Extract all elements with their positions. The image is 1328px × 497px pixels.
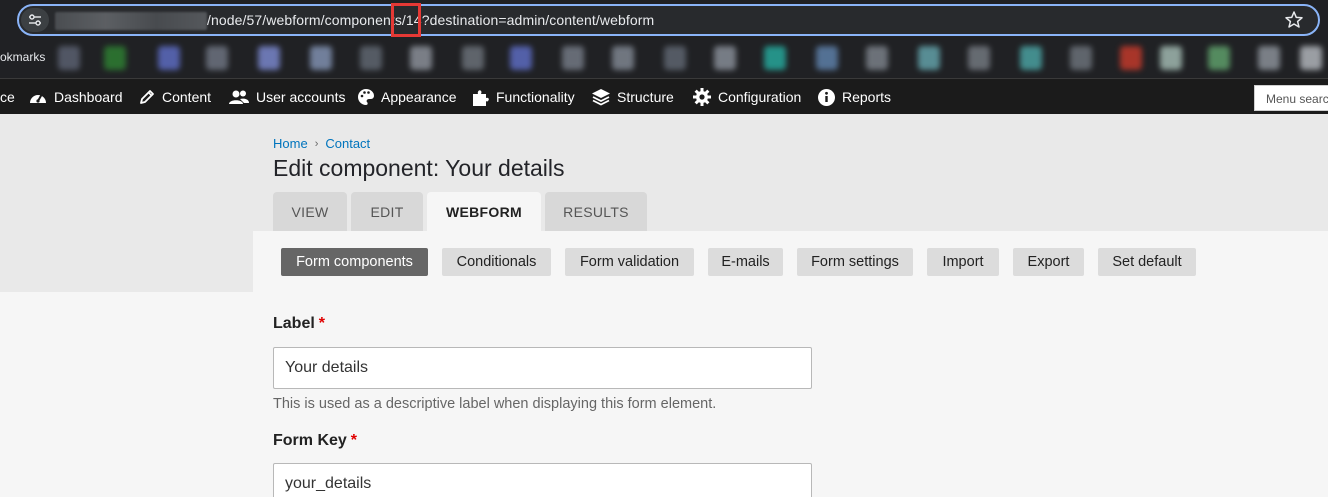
toolbar-item-label: ce (0, 89, 15, 105)
toolbar-item-label: Content (162, 89, 212, 105)
bookmarks-label: okmarks (0, 50, 46, 64)
menu-search-input[interactable]: Menu search (1254, 85, 1328, 111)
bookmark-item[interactable] (158, 46, 180, 70)
bookmark-item[interactable] (1208, 46, 1230, 70)
label-field-label-text: Label (273, 315, 315, 332)
breadcrumb: Home › Contact (273, 136, 370, 151)
bookmark-item[interactable] (664, 46, 686, 70)
toolbar-item-functionality[interactable]: Functionality (471, 79, 575, 115)
bookmark-item[interactable] (612, 46, 634, 70)
bookmark-item[interactable] (968, 46, 990, 70)
toolbar-item-label: Appearance (381, 89, 457, 105)
primary-tabs: VIEW EDIT WEBFORM RESULTS (273, 192, 651, 231)
layers-icon (592, 89, 610, 106)
bookmark-item[interactable] (816, 46, 838, 70)
toolbar-item-appearance[interactable]: Appearance (357, 79, 457, 115)
bookmark-item[interactable] (1120, 46, 1142, 70)
palette-icon (358, 89, 374, 105)
bookmark-item[interactable] (562, 46, 584, 70)
bookmark-item[interactable] (310, 46, 332, 70)
tab-edit[interactable]: EDIT (351, 192, 423, 231)
form-key-input[interactable] (273, 463, 812, 497)
subtab-conditionals[interactable]: Conditionals (442, 248, 551, 276)
subtab-set-default[interactable]: Set default (1098, 248, 1196, 276)
subtab-form-validation[interactable]: Form validation (565, 248, 694, 276)
subtab-import[interactable]: Import (927, 248, 999, 276)
url-domain-redacted (55, 12, 207, 30)
label-field-label: Label * (273, 315, 325, 333)
label-input[interactable] (273, 347, 812, 389)
toolbar-item-site[interactable]: ce (0, 79, 15, 115)
form-key-field-label: Form Key * (273, 432, 357, 450)
bookmark-item[interactable] (1070, 46, 1092, 70)
puzzle-icon (473, 89, 489, 106)
page-title: Edit component: Your details (273, 155, 565, 181)
breadcrumb-home-link[interactable]: Home (273, 136, 308, 151)
bookmark-item[interactable] (510, 46, 532, 70)
secondary-tabs: Form components Conditionals Form valida… (281, 248, 1210, 276)
form-key-field-label-text: Form Key (273, 432, 347, 449)
bookmark-item[interactable] (1258, 46, 1280, 70)
bookmark-item[interactable] (410, 46, 432, 70)
label-field-description: This is used as a descriptive label when… (273, 396, 717, 412)
bookmark-item[interactable] (104, 46, 126, 70)
bookmark-item[interactable] (360, 46, 382, 70)
bookmark-item[interactable] (258, 46, 280, 70)
dashboard-icon (30, 93, 46, 103)
address-bar[interactable]: /node/57/webform/components/14?destinati… (17, 3, 1320, 37)
browser-chrome: /node/57/webform/components/14?destinati… (0, 0, 1328, 78)
toolbar-item-content[interactable]: Content (138, 79, 211, 115)
admin-toolbar: ce Dashboard Content User accounts Appea… (0, 78, 1328, 114)
bookmark-item[interactable] (206, 46, 228, 70)
info-icon (818, 88, 835, 106)
subtab-form-settings[interactable]: Form settings (797, 248, 913, 276)
bookmark-item[interactable] (714, 46, 736, 70)
required-marker: * (350, 432, 358, 449)
bookmark-star-icon[interactable] (1284, 10, 1304, 30)
tab-view[interactable]: VIEW (273, 192, 347, 231)
tab-results[interactable]: RESULTS (545, 192, 647, 231)
toolbar-item-label: Reports (842, 89, 892, 105)
bookmark-item[interactable] (462, 46, 484, 70)
bookmark-item[interactable] (764, 46, 786, 70)
gear-icon (693, 88, 711, 106)
toolbar-item-label: Configuration (718, 89, 802, 105)
left-region (0, 231, 253, 292)
bookmark-item[interactable] (1160, 46, 1182, 70)
bookmark-item[interactable] (1020, 46, 1042, 70)
bookmark-item[interactable] (58, 46, 80, 70)
breadcrumb-contact-link[interactable]: Contact (325, 136, 370, 151)
bookmarks-bar: okmarks (0, 40, 1328, 74)
breadcrumb-separator-icon: › (314, 137, 319, 150)
bookmark-item[interactable] (1300, 46, 1322, 70)
toolbar-item-reports[interactable]: Reports (817, 79, 891, 115)
toolbar-item-configuration[interactable]: Configuration (692, 79, 801, 115)
bookmark-item[interactable] (918, 46, 940, 70)
subtab-emails[interactable]: E-mails (708, 248, 783, 276)
toolbar-item-label: Functionality (496, 89, 575, 105)
url-highlight-box (391, 3, 421, 37)
tab-webform[interactable]: WEBFORM (427, 192, 541, 231)
toolbar-item-label: Dashboard (54, 89, 123, 105)
site-info-icon[interactable] (21, 8, 49, 32)
toolbar-item-user-accounts[interactable]: User accounts (228, 79, 345, 115)
pencil-icon (140, 90, 154, 104)
subtab-form-components[interactable]: Form components (281, 248, 428, 276)
url-text[interactable]: /node/57/webform/components/14?destinati… (207, 12, 654, 28)
users-icon (229, 90, 249, 104)
toolbar-item-label: User accounts (256, 89, 346, 105)
toolbar-item-dashboard[interactable]: Dashboard (28, 79, 123, 115)
subtab-export[interactable]: Export (1013, 248, 1084, 276)
toolbar-item-structure[interactable]: Structure (591, 79, 674, 115)
required-marker: * (318, 315, 326, 332)
toolbar-item-label: Structure (617, 89, 674, 105)
bookmark-item[interactable] (866, 46, 888, 70)
page-header-region (0, 114, 1328, 231)
